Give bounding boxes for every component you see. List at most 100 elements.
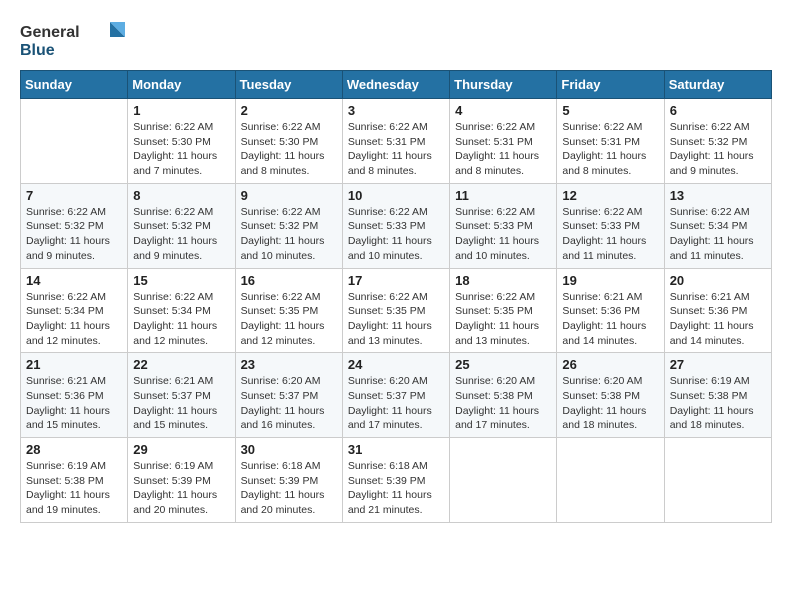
daylight-text: Daylight: 11 hoursand 9 minutes. — [26, 234, 122, 263]
weekday-header-thursday: Thursday — [450, 71, 557, 99]
day-detail: Sunrise: 6:21 AMSunset: 5:36 PMDaylight:… — [562, 290, 658, 349]
sunset-text: Sunset: 5:31 PM — [562, 135, 658, 150]
day-detail: Sunrise: 6:22 AMSunset: 5:31 PMDaylight:… — [562, 120, 658, 179]
day-detail: Sunrise: 6:21 AMSunset: 5:36 PMDaylight:… — [26, 374, 122, 433]
day-number: 23 — [241, 357, 337, 372]
day-number: 4 — [455, 103, 551, 118]
sunset-text: Sunset: 5:37 PM — [133, 389, 229, 404]
calendar-cell: 6 Sunrise: 6:22 AMSunset: 5:32 PMDaylight… — [664, 99, 771, 184]
sunset-text: Sunset: 5:35 PM — [348, 304, 444, 319]
daylight-text: Daylight: 11 hoursand 13 minutes. — [348, 319, 444, 348]
day-detail: Sunrise: 6:22 AMSunset: 5:33 PMDaylight:… — [348, 205, 444, 264]
calendar-cell: 25Sunrise: 6:20 AMSunset: 5:38 PMDayligh… — [450, 353, 557, 438]
sunset-text: Sunset: 5:35 PM — [241, 304, 337, 319]
day-detail: Sunrise: 6:22 AMSunset: 5:34 PMDaylight:… — [670, 205, 766, 264]
day-number: 18 — [455, 273, 551, 288]
sunrise-text: Sunrise: 6:18 AM — [348, 459, 444, 474]
day-number: 31 — [348, 442, 444, 457]
sunset-text: Sunset: 5:30 PM — [241, 135, 337, 150]
calendar-cell: 27 Sunrise: 6:19 AMSunset: 5:38 PMDayligh… — [664, 353, 771, 438]
calendar-week-4: 21Sunrise: 6:21 AMSunset: 5:36 PMDayligh… — [21, 353, 772, 438]
sunrise-text: Sunrise: 6:22 AM — [348, 120, 444, 135]
day-detail: Sunrise: 6:22 AMSunset: 5:33 PMDaylight:… — [455, 205, 551, 264]
day-detail: Sunrise: 6:22 AMSunset: 5:31 PMDaylight:… — [348, 120, 444, 179]
day-detail: Sunrise: 6:20 AMSunset: 5:38 PMDaylight:… — [562, 374, 658, 433]
logo-svg: GeneralBlue — [20, 20, 140, 60]
sunrise-text: Sunrise: 6:19 AM — [26, 459, 122, 474]
calendar-cell: 9Sunrise: 6:22 AMSunset: 5:32 PMDaylight… — [235, 183, 342, 268]
daylight-text: Daylight: 11 hoursand 10 minutes. — [348, 234, 444, 263]
calendar-cell: 11 Sunrise: 6:22 AMSunset: 5:33 PMDayligh… — [450, 183, 557, 268]
calendar-week-3: 14Sunrise: 6:22 AMSunset: 5:34 PMDayligh… — [21, 268, 772, 353]
sunset-text: Sunset: 5:37 PM — [241, 389, 337, 404]
day-detail: Sunrise: 6:19 AMSunset: 5:38 PMDaylight:… — [670, 374, 766, 433]
day-detail: Sunrise: 6:22 AMSunset: 5:34 PMDaylight:… — [133, 290, 229, 349]
sunrise-text: Sunrise: 6:21 AM — [133, 374, 229, 389]
sunrise-text: Sunrise: 6:19 AM — [670, 374, 766, 389]
daylight-text: Daylight: 11 hoursand 7 minutes. — [133, 149, 229, 178]
calendar-cell — [664, 438, 771, 523]
calendar-cell: 31Sunrise: 6:18 AMSunset: 5:39 PMDayligh… — [342, 438, 449, 523]
day-detail: Sunrise: 6:20 AMSunset: 5:38 PMDaylight:… — [455, 374, 551, 433]
sunset-text: Sunset: 5:34 PM — [133, 304, 229, 319]
sunset-text: Sunset: 5:32 PM — [241, 219, 337, 234]
daylight-text: Daylight: 11 hoursand 15 minutes. — [26, 404, 122, 433]
sunrise-text: Sunrise: 6:22 AM — [26, 290, 122, 305]
daylight-text: Daylight: 11 hoursand 15 minutes. — [133, 404, 229, 433]
calendar-cell: 12Sunrise: 6:22 AMSunset: 5:33 PMDayligh… — [557, 183, 664, 268]
sunrise-text: Sunrise: 6:22 AM — [133, 120, 229, 135]
sunrise-text: Sunrise: 6:20 AM — [241, 374, 337, 389]
daylight-text: Daylight: 11 hoursand 10 minutes. — [241, 234, 337, 263]
day-detail: Sunrise: 6:22 AMSunset: 5:32 PMDaylight:… — [670, 120, 766, 179]
sunrise-text: Sunrise: 6:20 AM — [455, 374, 551, 389]
sunset-text: Sunset: 5:33 PM — [562, 219, 658, 234]
daylight-text: Daylight: 11 hoursand 18 minutes. — [562, 404, 658, 433]
daylight-text: Daylight: 11 hoursand 14 minutes. — [562, 319, 658, 348]
sunrise-text: Sunrise: 6:21 AM — [26, 374, 122, 389]
calendar-cell: 20 Sunrise: 6:21 AMSunset: 5:36 PMDayligh… — [664, 268, 771, 353]
sunrise-text: Sunrise: 6:22 AM — [455, 290, 551, 305]
daylight-text: Daylight: 11 hoursand 8 minutes. — [562, 149, 658, 178]
sunrise-text: Sunrise: 6:22 AM — [241, 120, 337, 135]
sunset-text: Sunset: 5:38 PM — [26, 474, 122, 489]
day-number: 10 — [348, 188, 444, 203]
day-number: 11 — [455, 188, 551, 203]
day-number: 6 — [670, 103, 766, 118]
calendar-cell: 8Sunrise: 6:22 AMSunset: 5:32 PMDaylight… — [128, 183, 235, 268]
calendar-cell: 17Sunrise: 6:22 AMSunset: 5:35 PMDayligh… — [342, 268, 449, 353]
day-number: 29 — [133, 442, 229, 457]
day-detail: Sunrise: 6:22 AMSunset: 5:34 PMDaylight:… — [26, 290, 122, 349]
calendar-table: SundayMondayTuesdayWednesdayThursdayFrid… — [20, 70, 772, 523]
day-number: 28 — [26, 442, 122, 457]
day-detail: Sunrise: 6:22 AMSunset: 5:35 PMDaylight:… — [241, 290, 337, 349]
day-number: 7 — [26, 188, 122, 203]
day-number: 20 — [670, 273, 766, 288]
day-detail: Sunrise: 6:21 AMSunset: 5:36 PMDaylight:… — [670, 290, 766, 349]
day-number: 15 — [133, 273, 229, 288]
day-number: 22 — [133, 357, 229, 372]
calendar-cell: 2 Sunrise: 6:22 AMSunset: 5:30 PMDaylight… — [235, 99, 342, 184]
day-detail: Sunrise: 6:22 AMSunset: 5:35 PMDaylight:… — [348, 290, 444, 349]
calendar-cell: 5Sunrise: 6:22 AMSunset: 5:31 PMDaylight… — [557, 99, 664, 184]
calendar-week-1: 1Sunrise: 6:22 AMSunset: 5:30 PMDaylight… — [21, 99, 772, 184]
daylight-text: Daylight: 11 hoursand 8 minutes. — [455, 149, 551, 178]
calendar-cell: 22 Sunrise: 6:21 AMSunset: 5:37 PMDayligh… — [128, 353, 235, 438]
calendar-cell — [557, 438, 664, 523]
day-detail: Sunrise: 6:19 AMSunset: 5:38 PMDaylight:… — [26, 459, 122, 518]
day-number: 14 — [26, 273, 122, 288]
day-number: 27 — [670, 357, 766, 372]
calendar-cell: 14 Sunrise: 6:22 AMSunset: 5:34 PMDayligh… — [21, 268, 128, 353]
day-detail: Sunrise: 6:22 AMSunset: 5:30 PMDaylight:… — [241, 120, 337, 179]
calendar-cell: 4Sunrise: 6:22 AMSunset: 5:31 PMDaylight… — [450, 99, 557, 184]
daylight-text: Daylight: 11 hoursand 8 minutes. — [348, 149, 444, 178]
day-number: 2 — [241, 103, 337, 118]
weekday-header-wednesday: Wednesday — [342, 71, 449, 99]
sunset-text: Sunset: 5:34 PM — [26, 304, 122, 319]
daylight-text: Daylight: 11 hoursand 10 minutes. — [455, 234, 551, 263]
calendar-cell: 28 Sunrise: 6:19 AMSunset: 5:38 PMDayligh… — [21, 438, 128, 523]
weekday-header-monday: Monday — [128, 71, 235, 99]
sunrise-text: Sunrise: 6:22 AM — [348, 290, 444, 305]
daylight-text: Daylight: 11 hoursand 12 minutes. — [133, 319, 229, 348]
calendar-cell: 10 Sunrise: 6:22 AMSunset: 5:33 PMDayligh… — [342, 183, 449, 268]
day-detail: Sunrise: 6:18 AMSunset: 5:39 PMDaylight:… — [241, 459, 337, 518]
